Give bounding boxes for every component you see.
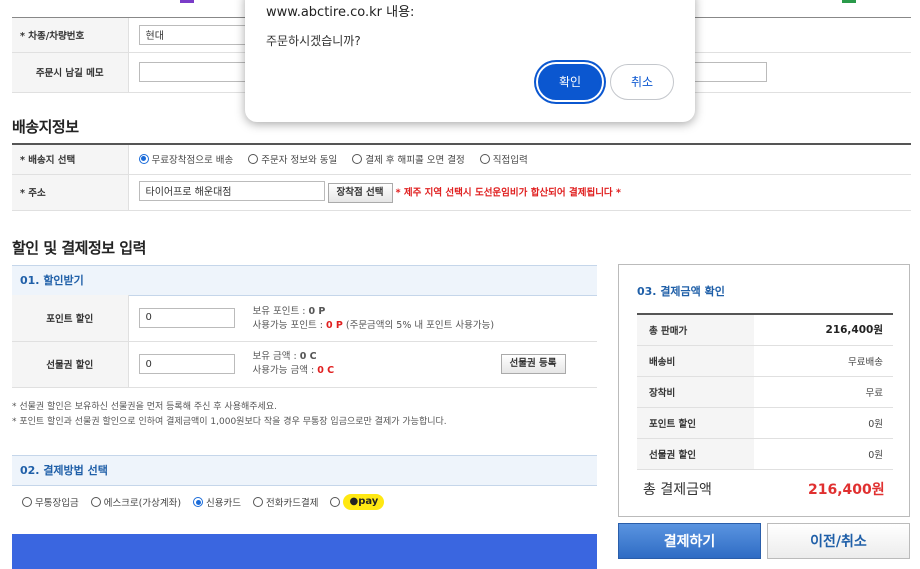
discount-note-1: * 선물권 할인은 보유하신 선물권을 먼저 등록해 주신 후 사용해주세요. bbox=[12, 402, 277, 412]
dialog-ok-button[interactable]: 확인 bbox=[538, 64, 602, 100]
payment-method-options: 무통장입금 에스크로(가상계좌) 신용카드 전화카드결제 ●pay bbox=[22, 494, 396, 510]
gift-discount-input[interactable] bbox=[138, 354, 235, 374]
shipping-heading: 배송지정보 bbox=[12, 118, 79, 136]
payment-option-card[interactable]: 신용카드 bbox=[193, 495, 241, 509]
jeju-notice: * 제주 지역 선택시 도선운임비가 합산되어 결제됩니다 * bbox=[395, 187, 621, 199]
shipping-option-free-shop[interactable]: 무료장착점으로 배송 bbox=[138, 152, 233, 166]
radio-unchecked-icon bbox=[479, 153, 490, 164]
summary-row: 배송비 무료배송 bbox=[637, 345, 893, 377]
purple-icon-fragment bbox=[180, 0, 194, 3]
radio-checked-icon bbox=[193, 497, 204, 507]
select-shop-button[interactable]: 장착점 선택 bbox=[327, 183, 393, 204]
address-label: * 주소 bbox=[12, 174, 129, 211]
radio-unchecked-icon bbox=[352, 153, 363, 164]
payment-method-title: 02. 결제방법 선택 bbox=[12, 455, 597, 486]
dialog-cancel-button[interactable]: 취소 bbox=[610, 64, 674, 100]
gift-info: 보유 금액 : 0 C 사용가능 금액 : 0 C bbox=[252, 350, 335, 376]
prev-cancel-button[interactable]: 이전/취소 bbox=[767, 523, 910, 559]
payment-option-kakaopay[interactable]: ●pay bbox=[330, 494, 385, 510]
dialog-message: 주문하시겠습니까? bbox=[266, 34, 361, 48]
total-value: 216,400원 bbox=[808, 482, 885, 498]
shipping-form: * 배송지 선택 무료장착점으로 배송 주문자 정보와 동일 결제 후 해피콜 … bbox=[12, 145, 911, 211]
memo-label: 주문시 남길 메모 bbox=[12, 52, 129, 93]
discount-heading: 할인 및 결제정보 입력 bbox=[12, 239, 146, 257]
point-discount-input[interactable] bbox=[138, 307, 235, 328]
payment-option-phone[interactable]: 전화카드결제 bbox=[253, 495, 318, 509]
summary-row: 총 판매가 216,400원 bbox=[637, 314, 893, 346]
gift-discount-label: 선물권 할인 bbox=[12, 341, 129, 388]
summary-row: 장착비 무료 bbox=[637, 376, 893, 408]
radio-unchecked-icon bbox=[22, 497, 32, 507]
kakao-bubble-icon: ● bbox=[349, 496, 359, 507]
confirm-dialog: www.abctire.co.kr 내용: 주문하시겠습니까? 확인 취소 bbox=[245, 0, 695, 122]
gift-register-button[interactable]: 선물권 등록 bbox=[500, 353, 566, 374]
vehicle-model-label: * 차종/차량번호 bbox=[12, 18, 129, 53]
shipping-option-happycall[interactable]: 결제 후 해피콜 오면 결정 bbox=[352, 152, 465, 166]
discount-form: 포인트 할인 보유 포인트 : 0 P 사용가능 포인트 : 0 P (주문금액… bbox=[12, 295, 597, 388]
summary-row: 포인트 할인 0원 bbox=[637, 407, 893, 439]
shipping-option-same-as-buyer[interactable]: 주문자 정보와 동일 bbox=[248, 152, 337, 166]
radio-unchecked-icon bbox=[330, 497, 341, 507]
radio-unchecked-icon bbox=[253, 497, 264, 507]
discount-note-2: * 포인트 할인과 선물권 할인으로 인하여 결제금액이 1,000원보다 작을… bbox=[12, 417, 447, 427]
address-input[interactable] bbox=[138, 180, 325, 201]
shipping-select-label: * 배송지 선택 bbox=[12, 145, 129, 175]
point-discount-label: 포인트 할인 bbox=[12, 295, 129, 342]
summary-table: 총 판매가 216,400원 배송비 무료배송 장착비 무료 포인트 할인 0원 선물권… bbox=[637, 313, 893, 470]
payment-option-bank[interactable]: 무통장입금 bbox=[22, 495, 79, 509]
radio-unchecked-icon bbox=[248, 153, 259, 164]
radio-checked-icon bbox=[138, 153, 149, 164]
payment-option-escrow[interactable]: 에스크로(가상계좌) bbox=[90, 495, 181, 509]
discount-section-title: 01. 할인받기 bbox=[12, 265, 597, 296]
shipping-options: 무료장착점으로 배송 주문자 정보와 동일 결제 후 해피콜 오면 결정 직접입… bbox=[128, 145, 911, 175]
shipping-option-direct-input[interactable]: 직접입력 bbox=[479, 152, 528, 166]
kakaopay-badge: ●pay bbox=[343, 494, 385, 510]
summary-title: 03. 결제금액 확인 bbox=[637, 285, 725, 298]
point-info: 보유 포인트 : 0 P 사용가능 포인트 : 0 P (주문금액의 5% 내 … bbox=[252, 306, 495, 331]
summary-row: 선물권 할인 0원 bbox=[637, 438, 893, 470]
total-label: 총 결제금액 bbox=[643, 482, 712, 498]
pay-button[interactable]: 결제하기 bbox=[618, 523, 761, 559]
dialog-title: www.abctire.co.kr 내용: bbox=[266, 5, 415, 20]
radio-unchecked-icon bbox=[90, 497, 101, 507]
green-icon-fragment bbox=[842, 0, 856, 3]
blue-banner-bar bbox=[12, 534, 597, 569]
